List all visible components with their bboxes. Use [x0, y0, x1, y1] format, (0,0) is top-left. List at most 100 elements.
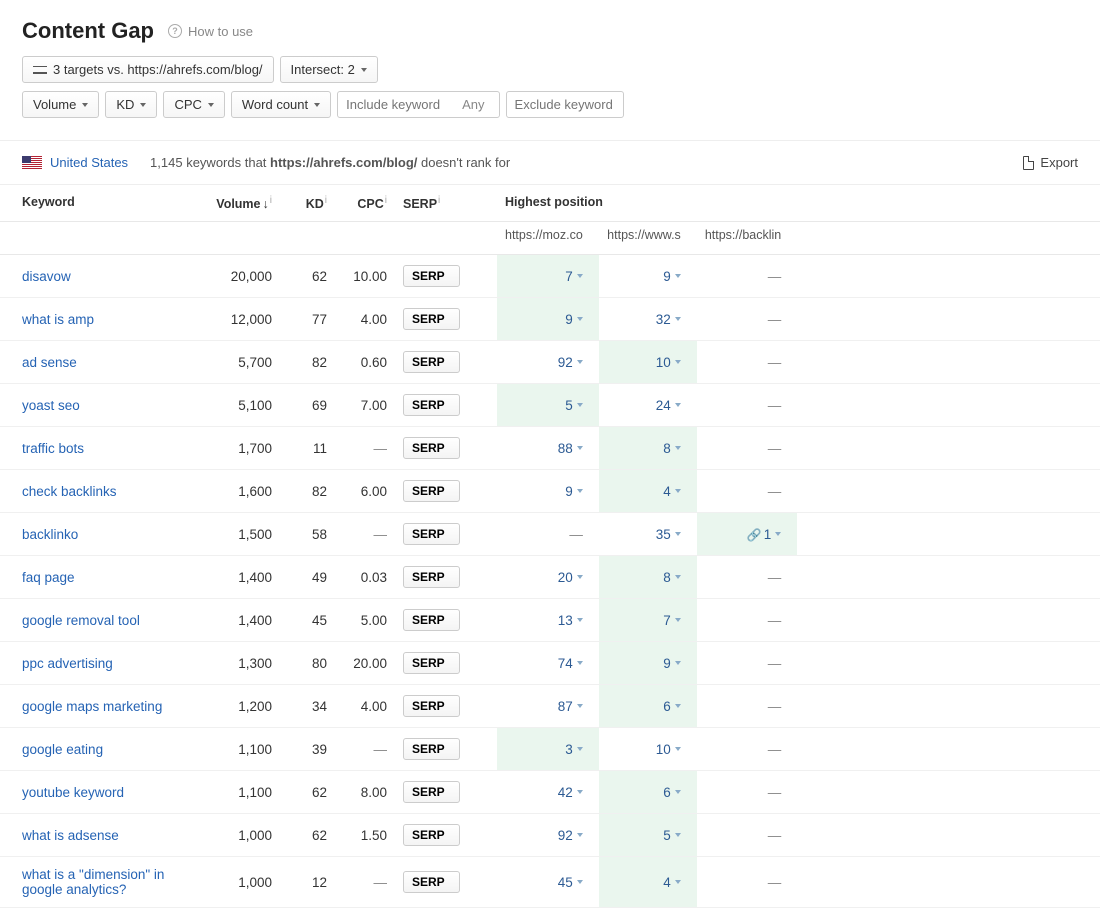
col-volume[interactable]: Volume↓i [200, 185, 280, 222]
position-cell[interactable]: 10 [599, 341, 697, 384]
how-to-use-link[interactable]: ? How to use [168, 24, 253, 39]
keyword-cell[interactable]: google eating [0, 728, 200, 771]
intersect-button[interactable]: Intersect: 2 [280, 56, 378, 83]
kd-filter[interactable]: KD [105, 91, 157, 118]
position-cell[interactable]: 9 [497, 298, 599, 341]
position-cell[interactable]: 92 [497, 814, 599, 857]
position-cell[interactable]: 92 [497, 341, 599, 384]
position-cell[interactable]: 9 [497, 470, 599, 513]
serp-button[interactable]: SERP [403, 437, 460, 459]
position-cell[interactable]: 7 [497, 255, 599, 298]
serp-button[interactable]: SERP [403, 652, 460, 674]
col-kd[interactable]: KDi [280, 185, 335, 222]
position-cell[interactable]: — [697, 384, 797, 427]
serp-cell: SERP [395, 642, 475, 685]
keyword-cell[interactable]: traffic bots [0, 427, 200, 470]
keyword-cell[interactable]: youtube keyword [0, 771, 200, 814]
exclude-keyword-field[interactable] [515, 97, 615, 112]
position-cell[interactable]: — [697, 341, 797, 384]
position-cell[interactable]: 42 [497, 771, 599, 814]
serp-button[interactable]: SERP [403, 781, 460, 803]
position-cell[interactable]: — [697, 728, 797, 771]
position-cell[interactable]: 8 [599, 427, 697, 470]
keywords-table: Keyword Volume↓i KDi CPCi SERPi Highest … [0, 185, 1100, 908]
position-cell[interactable]: 5 [497, 384, 599, 427]
position-cell[interactable]: — [697, 427, 797, 470]
keyword-cell[interactable]: faq page [0, 556, 200, 599]
cpc-filter[interactable]: CPC [163, 91, 224, 118]
country-select[interactable]: United States [50, 155, 132, 170]
position-cell[interactable]: 88 [497, 427, 599, 470]
position-cell[interactable]: 10 [599, 728, 697, 771]
position-cell[interactable]: 87 [497, 685, 599, 728]
serp-button[interactable]: SERP [403, 871, 460, 893]
position-cell[interactable]: — [697, 470, 797, 513]
serp-button[interactable]: SERP [403, 824, 460, 846]
serp-button[interactable]: SERP [403, 738, 460, 760]
word-count-filter[interactable]: Word count [231, 91, 331, 118]
position-cell[interactable]: — [497, 513, 599, 556]
position-cell[interactable]: 9 [599, 255, 697, 298]
position-cell[interactable]: — [697, 255, 797, 298]
position-cell[interactable]: 13 [497, 599, 599, 642]
position-cell[interactable]: 4 [599, 470, 697, 513]
position-cell[interactable]: — [697, 642, 797, 685]
chevron-down-icon [577, 790, 583, 794]
serp-button[interactable]: SERP [403, 566, 460, 588]
position-cell[interactable]: 45 [497, 857, 599, 908]
keyword-cell[interactable]: check backlinks [0, 470, 200, 513]
include-keyword-field[interactable] [346, 97, 456, 112]
col-keyword[interactable]: Keyword [0, 185, 200, 222]
col-cpc[interactable]: CPCi [335, 185, 395, 222]
position-cell[interactable]: 🔗1 [697, 513, 797, 556]
position-cell[interactable]: 74 [497, 642, 599, 685]
keyword-cell[interactable]: what is amp [0, 298, 200, 341]
include-keyword-input[interactable]: Any [337, 91, 499, 118]
exclude-keyword-input[interactable] [506, 91, 624, 118]
serp-button[interactable]: SERP [403, 265, 460, 287]
position-cell[interactable]: 35 [599, 513, 697, 556]
keyword-cell[interactable]: yoast seo [0, 384, 200, 427]
keyword-cell[interactable]: backlinko [0, 513, 200, 556]
position-cell[interactable]: — [697, 556, 797, 599]
position-cell[interactable]: 3 [497, 728, 599, 771]
position-cell[interactable]: — [697, 298, 797, 341]
keyword-cell[interactable]: google maps marketing [0, 685, 200, 728]
position-cell[interactable]: — [697, 814, 797, 857]
serp-button[interactable]: SERP [403, 523, 460, 545]
keyword-cell[interactable]: google removal tool [0, 599, 200, 642]
serp-button[interactable]: SERP [403, 308, 460, 330]
serp-button[interactable]: SERP [403, 394, 460, 416]
position-cell[interactable]: 6 [599, 685, 697, 728]
keyword-cell[interactable]: what is a "dimension" in google analytic… [0, 857, 200, 908]
competitor-3: https://backlin [697, 222, 797, 255]
serp-button[interactable]: SERP [403, 351, 460, 373]
serp-button[interactable]: SERP [403, 609, 460, 631]
volume-cell: 1,000 [200, 857, 280, 908]
keyword-cell[interactable]: disavow [0, 255, 200, 298]
keyword-cell[interactable]: ppc advertising [0, 642, 200, 685]
cpc-cell: 6.00 [335, 470, 395, 513]
targets-button[interactable]: 3 targets vs. https://ahrefs.com/blog/ [22, 56, 274, 83]
position-cell[interactable]: 6 [599, 771, 697, 814]
serp-button[interactable]: SERP [403, 480, 460, 502]
volume-filter[interactable]: Volume [22, 91, 99, 118]
col-serp[interactable]: SERPi [395, 185, 475, 222]
position-cell[interactable]: 8 [599, 556, 697, 599]
position-cell[interactable]: — [697, 771, 797, 814]
position-cell[interactable]: 32 [599, 298, 697, 341]
position-cell[interactable]: 20 [497, 556, 599, 599]
serp-button[interactable]: SERP [403, 695, 460, 717]
kd-cell: 69 [280, 384, 335, 427]
position-cell[interactable]: — [697, 857, 797, 908]
keyword-cell[interactable]: ad sense [0, 341, 200, 384]
position-cell[interactable]: — [697, 599, 797, 642]
position-cell[interactable]: 9 [599, 642, 697, 685]
position-cell[interactable]: 4 [599, 857, 697, 908]
position-cell[interactable]: 5 [599, 814, 697, 857]
keyword-cell[interactable]: what is adsense [0, 814, 200, 857]
position-cell[interactable]: 7 [599, 599, 697, 642]
position-cell[interactable]: 24 [599, 384, 697, 427]
position-cell[interactable]: — [697, 685, 797, 728]
export-button[interactable]: Export [1023, 155, 1078, 170]
